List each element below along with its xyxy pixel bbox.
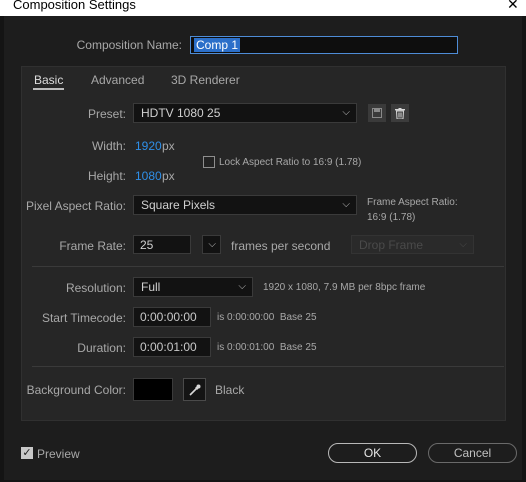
height-value[interactable]: 1080 [135, 169, 162, 183]
frame-aspect-value: 16:9 (1.78) [367, 212, 416, 223]
width-label: Width: [91, 139, 126, 153]
tab-3d-renderer[interactable]: 3D Renderer [171, 73, 240, 87]
save-preset-icon[interactable] [368, 104, 386, 122]
divider [32, 366, 504, 367]
start-timecode-label: Start Timecode: [41, 311, 126, 325]
frame-aspect-label: Frame Aspect Ratio: [367, 197, 458, 208]
cancel-button[interactable]: Cancel [428, 443, 517, 463]
lock-aspect-checkbox[interactable] [203, 156, 215, 168]
comp-name-label: Composition Name: [76, 38, 182, 52]
preset-value: HDTV 1080 25 [141, 106, 221, 120]
chevron-down-icon: ⌵ [342, 199, 350, 210]
divider [32, 266, 504, 267]
preset-dropdown[interactable]: HDTV 1080 25 ⌵ [133, 103, 357, 123]
start-timecode-field[interactable]: 0:00:00:00 [133, 307, 211, 327]
height-label: Height: [87, 169, 126, 183]
pixel-aspect-dropdown[interactable]: Square Pixels ⌵ [133, 195, 357, 215]
tab-basic[interactable]: Basic [34, 73, 63, 87]
chevron-down-icon: ⌵ [238, 281, 246, 292]
chevron-down-icon: ⌵ [459, 239, 467, 250]
resolution-dropdown[interactable]: Full ⌵ [133, 277, 253, 297]
tab-advanced[interactable]: Advanced [91, 73, 144, 87]
background-color-swatch[interactable] [133, 378, 173, 401]
height-unit: px [162, 169, 175, 183]
duration-label: Duration: [77, 341, 126, 355]
window-title: Composition Settings [13, 0, 136, 12]
close-icon[interactable]: ✕ [507, 0, 519, 13]
start-timecode-info: is 0:00:00:00 Base 25 [217, 312, 317, 323]
window-right-edge [522, 16, 526, 482]
preset-label: Preset: [87, 107, 126, 121]
preview-checkbox[interactable]: ✓ [21, 447, 33, 459]
resolution-label: Resolution: [65, 281, 126, 295]
drop-frame-value: Drop Frame [359, 238, 424, 252]
resolution-info: 1920 x 1080, 7.9 MB per 8bpc frame [263, 282, 426, 293]
pixel-aspect-label: Pixel Aspect Ratio: [25, 199, 126, 213]
frame-rate-unit: frames per second [231, 239, 331, 253]
comp-name-field[interactable]: Comp 1 [190, 36, 458, 54]
ok-button[interactable]: OK [328, 443, 417, 463]
drop-frame-dropdown: Drop Frame ⌵ [351, 235, 474, 254]
active-tab-indicator [33, 88, 64, 90]
window-left-edge [0, 16, 4, 482]
chevron-down-icon: ⌵ [342, 107, 350, 118]
pixel-aspect-value: Square Pixels [141, 198, 216, 212]
frame-rate-preset-dropdown[interactable]: ⌵ [202, 235, 221, 254]
width-unit: px [162, 139, 175, 153]
duration-field[interactable]: 0:00:01:00 [133, 337, 211, 357]
background-color-label: Background Color: [26, 383, 126, 397]
duration-info: is 0:00:01:00 Base 25 [217, 342, 317, 353]
preview-label: Preview [37, 447, 80, 461]
eyedropper-icon[interactable] [183, 378, 206, 401]
frame-rate-field[interactable]: 25 [133, 235, 191, 254]
width-value[interactable]: 1920 [135, 139, 162, 153]
frame-rate-label: Frame Rate: [59, 239, 126, 253]
background-color-name: Black [215, 383, 245, 397]
trash-icon[interactable] [391, 104, 409, 122]
comp-name-value: Comp 1 [194, 38, 241, 52]
lock-aspect-label: Lock Aspect Ratio to 16:9 (1.78) [219, 157, 362, 168]
resolution-value: Full [141, 280, 161, 294]
chevron-down-icon: ⌵ [208, 239, 216, 250]
